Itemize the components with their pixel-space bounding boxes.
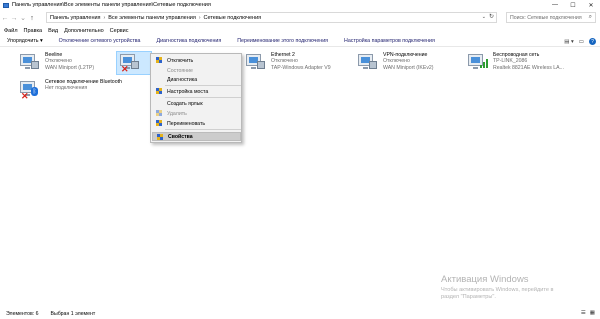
forward-button[interactable]: → <box>10 13 18 23</box>
recent-locations-button[interactable]: ⌄ <box>19 13 27 23</box>
connection-device: WAN Miniport (L2TP) <box>45 64 95 71</box>
menu-view[interactable]: Вид <box>48 28 58 34</box>
back-button[interactable]: ← <box>1 13 9 23</box>
breadcrumb-separator[interactable]: › <box>104 15 106 21</box>
watermark-line-1: Чтобы активировать Windows, перейдите в <box>441 287 554 293</box>
connection-item-bluetooth[interactable]: ᛒ ✕ Сетевое подключение Bluetooth Нет по… <box>18 79 128 109</box>
items-count: Элементов: 6 <box>6 311 39 317</box>
uac-shield-icon <box>156 88 162 95</box>
view-controls: ▤ ▾ ▭ ? <box>564 38 596 45</box>
vpn-connection-icon <box>18 52 40 74</box>
title-bar: Панель управления\Все элементы панели уп… <box>0 0 600 10</box>
menu-separator <box>165 97 241 98</box>
uac-shield-icon <box>156 120 162 127</box>
breadcrumb-control-panel[interactable]: Панель управления <box>50 15 101 21</box>
search-placeholder: Поиск: Сетевые подключения <box>510 14 582 21</box>
connection-item-beeline[interactable]: Beeline Отключено WAN Miniport (L2TP) <box>18 52 128 82</box>
menu-edit[interactable]: Правка <box>24 28 43 34</box>
activation-watermark: Активация Windows Чтобы активировать Win… <box>441 274 553 300</box>
tiles-view-icon[interactable]: ▦ <box>590 310 595 316</box>
disconnected-x-icon: ✕ <box>21 91 29 101</box>
address-bar[interactable]: Панель управления › Все элементы панели … <box>46 12 497 23</box>
menu-separator <box>165 129 241 130</box>
status-bar: Элементов: 6 Выбран 1 элемент ☰ ▦ <box>0 309 600 319</box>
uac-shield-icon <box>157 134 163 141</box>
menu-file[interactable]: Файл <box>4 28 18 34</box>
breadcrumb-all-items[interactable]: Все элементы панели управления <box>108 15 196 21</box>
ethernet-connection-icon <box>244 52 266 74</box>
menu-item-create-shortcut[interactable]: Создать ярлык <box>152 99 241 108</box>
menu-separator <box>165 85 241 86</box>
menu-bar: Файл Правка Вид Дополнительно Сервис <box>0 26 600 35</box>
command-bar: Упорядочить ▾ Отключение сетевого устрой… <box>0 36 600 47</box>
menu-item-status[interactable]: Состояние <box>152 66 241 75</box>
watermark-line-2: раздел "Параметры". <box>441 293 496 300</box>
breadcrumb-separator[interactable]: › <box>199 15 201 21</box>
address-row: ← → ⌄ ↑ Панель управления › Все элементы… <box>0 11 600 25</box>
search-input[interactable]: Поиск: Сетевые подключения ⌕ <box>506 12 596 23</box>
connection-item-vpn[interactable]: VPN-подключение Отключено WAN Miniport (… <box>356 52 466 82</box>
address-dropdown-icon[interactable]: ⌄ <box>482 14 486 20</box>
connection-item-ethernet-2[interactable]: Ethernet 2 Отключено TAP-Windows Adapter… <box>244 52 354 82</box>
connection-item-ethernet-selected[interactable]: ✕ <box>118 52 150 82</box>
menu-item-disable[interactable]: Отключить <box>152 56 241 65</box>
menu-advanced[interactable]: Дополнительно <box>64 28 104 34</box>
uac-shield-icon <box>156 110 162 117</box>
refresh-icon[interactable]: ↻ <box>489 13 494 20</box>
details-view-icon[interactable]: ☰ <box>581 310 586 316</box>
wifi-signal-icon <box>480 58 488 68</box>
menu-item-bridge[interactable]: Настройка моста <box>152 87 241 96</box>
network-connections-icon <box>3 2 9 8</box>
menu-item-properties[interactable]: Свойства <box>152 132 241 141</box>
up-button[interactable]: ↑ <box>28 13 36 23</box>
status-view-toggles: ☰ ▦ <box>581 310 595 316</box>
ethernet-connection-icon: ✕ <box>118 52 140 74</box>
wifi-connection-icon <box>466 52 488 74</box>
connection-status: Нет подключения <box>45 85 88 92</box>
menu-item-diagnose[interactable]: Диагностика <box>152 75 241 84</box>
search-icon[interactable]: ⌕ <box>589 14 592 21</box>
uac-shield-icon <box>156 57 162 64</box>
disconnected-x-icon: ✕ <box>121 64 129 74</box>
connection-device: WAN Miniport (IKEv2) <box>383 64 434 71</box>
context-menu: Отключить Состояние Диагностика Настройк… <box>150 53 242 143</box>
rename-button[interactable]: Переименование этого подключения <box>237 38 328 44</box>
watermark-title: Активация Windows <box>441 274 529 285</box>
disable-device-button[interactable]: Отключение сетевого устройства <box>59 38 141 44</box>
connection-device: TAP-Windows Adapter V9 <box>271 64 331 71</box>
diagnose-button[interactable]: Диагностика подключения <box>157 38 222 44</box>
menu-item-rename[interactable]: Переименовать <box>152 119 241 128</box>
window-controls: — ☐ ✕ <box>546 0 600 10</box>
menu-tools[interactable]: Сервис <box>110 28 129 34</box>
breadcrumb-network-connections[interactable]: Сетевые подключения <box>203 15 261 21</box>
maximize-button[interactable]: ☐ <box>564 0 582 10</box>
minimize-button[interactable]: — <box>546 0 564 10</box>
menu-item-delete[interactable]: Удалить <box>152 109 241 118</box>
bluetooth-icon: ᛒ <box>31 87 38 96</box>
organize-button[interactable]: Упорядочить ▾ <box>7 38 43 44</box>
connection-device: Realtek 8821AE Wireless LA... <box>493 64 564 71</box>
change-settings-button[interactable]: Настройка параметров подключения <box>344 38 435 44</box>
vpn-connection-icon <box>356 52 378 74</box>
change-view-icon[interactable]: ▤ ▾ <box>564 39 574 45</box>
window-title: Панель управления\Все элементы панели уп… <box>12 2 211 8</box>
preview-pane-icon[interactable]: ▭ <box>579 39 584 45</box>
help-icon[interactable]: ? <box>589 38 596 45</box>
selected-count: Выбран 1 элемент <box>50 311 96 317</box>
bluetooth-connection-icon: ᛒ ✕ <box>18 79 40 101</box>
close-button[interactable]: ✕ <box>582 0 600 10</box>
connection-item-wifi[interactable]: Беспроводная сеть TP-LINK_2086 Realtek 8… <box>466 52 566 82</box>
